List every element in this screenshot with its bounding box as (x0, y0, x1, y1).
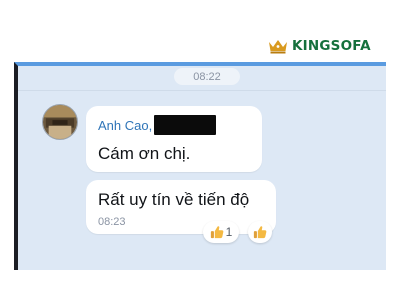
message-bubble[interactable]: Anh Cao, Cám ơn chị. (86, 106, 262, 172)
message-bubble[interactable]: Rất uy tín về tiến độ 08:23 (86, 180, 276, 234)
page: KINGSOFA 08:22 Anh Cao, Cám ơn chị. Rất … (0, 0, 400, 300)
brand-name: KINGSOFA (292, 38, 371, 54)
time-divider-line (18, 90, 386, 91)
brand-logo: KINGSOFA (268, 38, 371, 54)
reaction-count: 1 (225, 225, 233, 239)
thumbs-up-icon (210, 226, 224, 239)
redacted-block (154, 115, 217, 135)
message-text: Cám ơn chị. (98, 144, 191, 163)
time-divider: 08:22 (174, 68, 240, 85)
message-text: Rất uy tín về tiến độ (98, 190, 250, 209)
avatar[interactable] (42, 104, 78, 140)
crown-icon (269, 39, 287, 53)
avatar-image (43, 105, 77, 139)
message-time: 08:23 (98, 216, 126, 228)
sender-name[interactable]: Anh Cao, (98, 118, 152, 133)
chat-window: 08:22 Anh Cao, Cám ơn chị. Rất uy tín về… (14, 62, 386, 270)
thumbs-up-icon (253, 226, 267, 239)
reaction-badge[interactable]: 1 (203, 221, 239, 243)
add-reaction-button[interactable] (248, 221, 272, 243)
sender-row: Anh Cao, (98, 115, 217, 135)
